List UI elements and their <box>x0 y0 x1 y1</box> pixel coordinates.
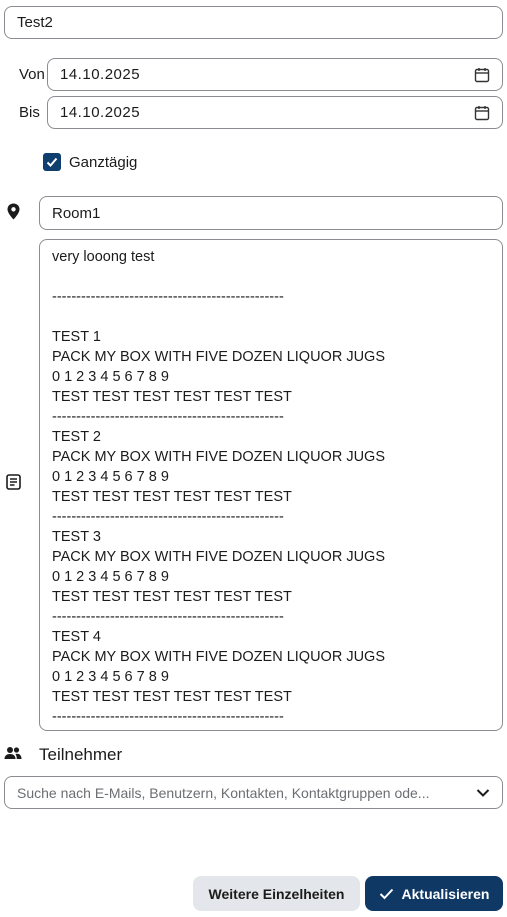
title-field[interactable]: Test2 <box>4 6 503 39</box>
from-label: Von <box>19 66 45 83</box>
description-field[interactable]: very looong test -----------------------… <box>39 239 503 731</box>
more-details-button[interactable]: Weitere Einzelheiten <box>193 876 360 911</box>
all-day-row[interactable]: Ganztägig <box>43 153 137 171</box>
to-date-field[interactable]: 14.10.2025 <box>47 96 503 129</box>
attendees-search-field[interactable]: Suche nach E-Mails, Benutzern, Kontakten… <box>4 776 503 809</box>
to-date-value: 14.10.2025 <box>60 104 141 121</box>
check-icon <box>46 157 58 167</box>
from-date-field[interactable]: 14.10.2025 <box>47 58 503 91</box>
description-text: very looong test -----------------------… <box>52 249 386 725</box>
location-value: Room1 <box>52 204 101 222</box>
notes-icon <box>4 473 22 491</box>
from-date-value: 14.10.2025 <box>60 66 141 83</box>
all-day-label: Ganztägig <box>69 153 138 171</box>
all-day-checkbox[interactable] <box>43 153 61 171</box>
title-value: Test2 <box>17 14 53 31</box>
location-field[interactable]: Room1 <box>39 196 503 230</box>
calendar-icon[interactable] <box>474 67 490 83</box>
location-pin-icon <box>6 202 20 220</box>
attendees-label: Teilnehmer <box>39 745 123 764</box>
check-icon <box>379 888 394 900</box>
people-icon <box>4 745 22 761</box>
calendar-icon[interactable] <box>474 105 490 121</box>
attendees-search-placeholder: Suche nach E-Mails, Benutzern, Kontakten… <box>17 784 430 801</box>
update-label: Aktualisieren <box>401 885 490 902</box>
to-label: Bis <box>19 104 40 121</box>
update-button[interactable]: Aktualisieren <box>365 876 503 911</box>
chevron-down-icon[interactable] <box>476 788 490 798</box>
more-details-label: Weitere Einzelheiten <box>208 885 345 902</box>
